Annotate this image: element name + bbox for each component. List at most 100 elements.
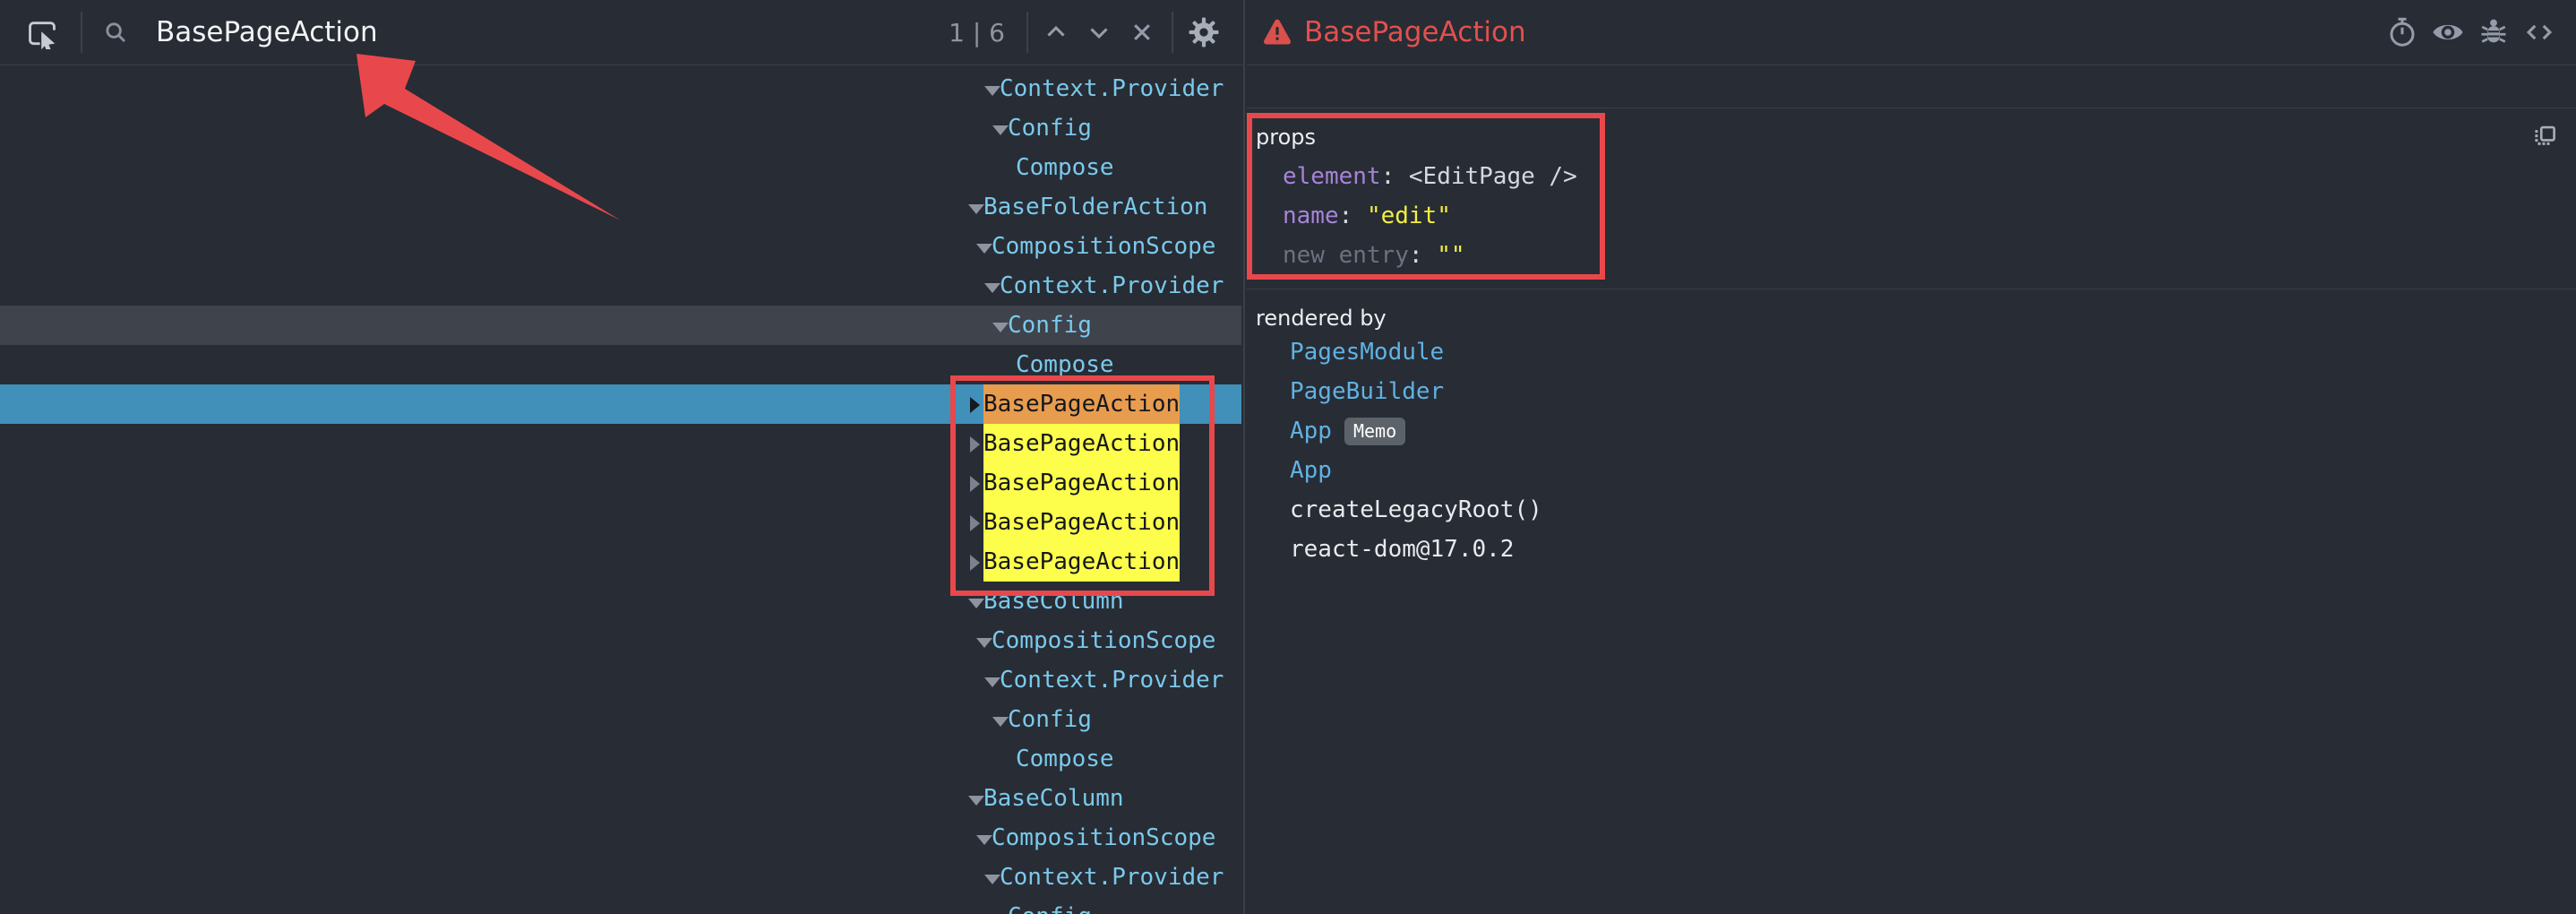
owner-link[interactable]: PageBuilder	[1290, 378, 1444, 405]
caret-down-icon[interactable]	[992, 898, 1008, 914]
copy-icon[interactable]	[2531, 123, 2558, 150]
caret-down-icon[interactable]	[984, 267, 1000, 306]
caret-down-icon[interactable]	[968, 780, 983, 819]
inspected-element-header: BasePageAction	[1247, 0, 2576, 65]
tree-row[interactable]: Config	[0, 897, 1241, 914]
caret-down-icon[interactable]	[992, 109, 1008, 149]
caret-right-icon[interactable]	[968, 543, 983, 582]
rendered-by-row: App Memo	[1247, 411, 2576, 451]
prop-colon: :	[1381, 163, 1409, 190]
caret-right-icon[interactable]	[968, 425, 983, 464]
eye-icon[interactable]	[2431, 15, 2465, 49]
tree-row[interactable]: Config	[0, 306, 1241, 345]
caret-down-icon[interactable]	[992, 701, 1008, 740]
prop-row[interactable]: element: <EditPage />	[1247, 157, 2576, 196]
tree-row-label: Context.Provider	[1000, 69, 1224, 108]
inspected-element-subheader	[1247, 65, 2576, 108]
rendered-by-row: createLegacyRoot()	[1247, 490, 2576, 530]
tree-row[interactable]: BaseColumn	[0, 779, 1241, 818]
caret-right-icon[interactable]	[968, 504, 983, 543]
owner-link[interactable]: App	[1290, 457, 1332, 484]
caret-down-icon[interactable]	[976, 228, 992, 267]
prop-row[interactable]: name: "edit"	[1247, 196, 2576, 236]
prop-key: name	[1283, 203, 1339, 229]
tree-row[interactable]: BaseColumn	[0, 582, 1241, 621]
tree-row-label: Config	[1008, 108, 1092, 148]
rendered-by-row: App	[1247, 451, 2576, 490]
rendered-by-row: PagesModule	[1247, 332, 2576, 372]
owner-label: createLegacyRoot()	[1290, 496, 1542, 523]
chevron-down-icon[interactable]	[1084, 17, 1114, 47]
code-brackets-icon[interactable]	[2522, 15, 2556, 49]
tree-row[interactable]: BaseFolderAction	[0, 187, 1241, 227]
tree-row-label: BaseColumn	[983, 582, 1124, 621]
tree-row[interactable]: Context.Provider	[0, 266, 1241, 306]
bug-icon[interactable]	[2477, 16, 2510, 48]
components-tree-panel: 1 | 6	[0, 0, 1245, 914]
caret-spacer	[1000, 346, 1016, 385]
tree-row-label: BasePageAction	[983, 463, 1180, 503]
caret-down-icon[interactable]	[984, 858, 1000, 898]
tree-row-label: Context.Provider	[1000, 858, 1224, 897]
tree-row[interactable]: Context.Provider	[0, 858, 1241, 897]
inspect-element-icon[interactable]	[25, 15, 59, 49]
tree-toolbar: 1 | 6	[0, 0, 1243, 65]
close-icon[interactable]	[1127, 17, 1157, 47]
tree-row[interactable]: CompositionScope	[0, 227, 1241, 266]
caret-spacer	[1000, 740, 1016, 780]
component-tree: Context.ProviderConfigComposeBaseFolderA…	[0, 66, 1241, 914]
inspected-element-actions	[2386, 15, 2556, 49]
prop-value[interactable]: "edit"	[1367, 203, 1451, 229]
toolbar-divider	[1026, 12, 1028, 53]
inspected-component-title: BasePageAction	[1304, 16, 2386, 48]
tree-row-label: Config	[1008, 897, 1092, 914]
caret-down-icon[interactable]	[968, 582, 983, 622]
tree-row[interactable]: BasePageAction	[0, 384, 1241, 424]
tree-row[interactable]: Compose	[0, 345, 1241, 384]
tree-row-label: Compose	[1016, 739, 1114, 779]
tree-row[interactable]: Context.Provider	[0, 69, 1241, 108]
tree-row-label: Compose	[1016, 345, 1114, 384]
caret-down-icon[interactable]	[984, 70, 1000, 109]
search-input[interactable]	[156, 16, 949, 48]
tree-row-label: BasePageAction	[983, 542, 1180, 582]
caret-right-icon[interactable]	[968, 385, 983, 425]
caret-down-icon[interactable]	[984, 661, 1000, 701]
prop-value[interactable]: <EditPage />	[1409, 163, 1577, 190]
prop-value[interactable]: ""	[1437, 242, 1464, 269]
caret-down-icon[interactable]	[992, 306, 1008, 346]
props-section: props element: <EditPage />name: "edit"n…	[1247, 108, 2576, 289]
prop-colon: :	[1339, 203, 1367, 229]
tree-row[interactable]: BasePageAction	[0, 463, 1241, 503]
caret-down-icon[interactable]	[968, 188, 983, 228]
chevron-up-icon[interactable]	[1041, 17, 1071, 47]
tree-row[interactable]: CompositionScope	[0, 818, 1241, 858]
tree-row-label: Config	[1008, 700, 1092, 739]
tree-row-label: Compose	[1016, 148, 1114, 187]
props-section-label: props	[1256, 125, 1316, 150]
tree-row-label: BasePageAction	[983, 424, 1180, 463]
prop-colon: :	[1409, 242, 1437, 269]
caret-down-icon[interactable]	[976, 622, 992, 661]
tree-row-label: Context.Provider	[1000, 660, 1224, 700]
memo-badge: Memo	[1344, 418, 1405, 445]
gear-icon[interactable]	[1188, 16, 1220, 48]
caret-right-icon[interactable]	[968, 464, 983, 504]
caret-down-icon[interactable]	[976, 819, 992, 858]
owner-link[interactable]: App	[1290, 418, 1332, 444]
tree-row-label: BasePageAction	[983, 503, 1180, 542]
tree-row[interactable]: BasePageAction	[0, 503, 1241, 542]
prop-row[interactable]: new entry: ""	[1247, 236, 2576, 275]
tree-row-label: BasePageAction	[983, 384, 1180, 424]
tree-row[interactable]: BasePageAction	[0, 424, 1241, 463]
tree-row[interactable]: BasePageAction	[0, 542, 1241, 582]
tree-row[interactable]: Compose	[0, 739, 1241, 779]
tree-row[interactable]: Config	[0, 108, 1241, 148]
owner-link[interactable]: PagesModule	[1290, 339, 1444, 366]
tree-row[interactable]: Compose	[0, 148, 1241, 187]
tree-row[interactable]: Config	[0, 700, 1241, 739]
stopwatch-icon[interactable]	[2386, 16, 2418, 48]
tree-row[interactable]: Context.Provider	[0, 660, 1241, 700]
rendered-by-list: PagesModule PageBuilder App Memo App createLe…	[1247, 332, 2576, 569]
tree-row[interactable]: CompositionScope	[0, 621, 1241, 660]
